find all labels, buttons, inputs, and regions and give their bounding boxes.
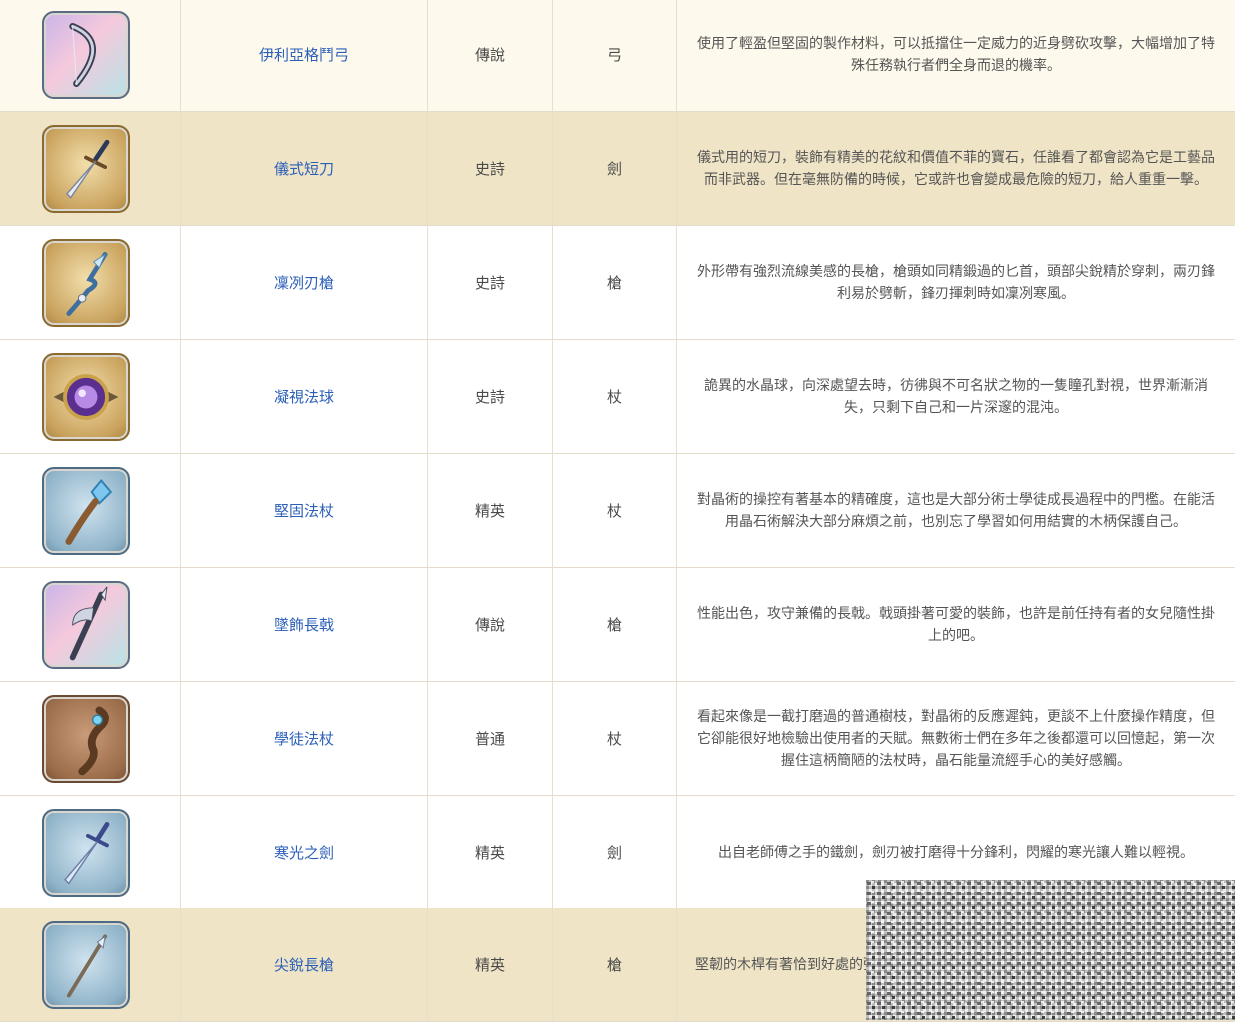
- weapon-name-link[interactable]: 學徒法杖: [274, 728, 334, 749]
- weapon-name-link[interactable]: 凜冽刃槍: [274, 272, 334, 293]
- weapon-name-link[interactable]: 堅固法杖: [274, 500, 334, 521]
- weapon-description: 使用了輕盈但堅固的製作材料，可以抵擋住一定威力的近身劈砍攻擊，大幅增加了特殊任務…: [697, 35, 1215, 74]
- rarity-label: 史詩: [474, 274, 505, 292]
- weapon-name-link[interactable]: 凝視法球: [274, 386, 334, 407]
- weapon-type-label: 杖: [606, 730, 622, 748]
- weapon-description: 看起來像是一截打磨過的普通樹枝，對晶術的反應遲鈍，更談不上什麼操作精度，但它卻能…: [697, 708, 1215, 769]
- weapon-type-label: 杖: [606, 502, 622, 520]
- orb-icon[interactable]: [42, 352, 130, 441]
- table-row: 儀式短刀 史詩 劍 儀式用的短刀，裝飾有精美的花紋和價值不菲的寶石，任誰看了都會…: [0, 112, 1235, 226]
- table-row: 伊利亞格鬥弓 傳說 弓 使用了輕盈但堅固的製作材料，可以抵擋住一定威力的近身劈砍…: [0, 0, 1235, 112]
- spear-icon[interactable]: [42, 238, 130, 327]
- weapon-description: 外形帶有強烈流線美感的長槍，槍頭如同精鍛過的匕首，頭部尖銳精於穿刺，兩刃鋒利易於…: [697, 263, 1215, 302]
- rarity-label: 普通: [474, 730, 505, 748]
- weapon-name-link[interactable]: 寒光之劍: [274, 842, 334, 863]
- weapon-description: 儀式用的短刀，裝飾有精美的花紋和價值不菲的寶石，任誰看了都會認為它是工藝品而非武…: [697, 149, 1215, 188]
- weapon-type-label: 劍: [606, 160, 622, 178]
- rarity-label: 史詩: [474, 160, 505, 178]
- table-row: 堅固法杖 精英 杖 對晶術的操控有著基本的精確度，這也是大部分術士學徒成長過程中…: [0, 454, 1235, 568]
- weapon-type-label: 弓: [606, 46, 622, 64]
- rarity-label: 傳說: [474, 46, 505, 64]
- weapon-type-label: 槍: [606, 616, 622, 634]
- dagger-icon[interactable]: [42, 124, 130, 213]
- rarity-label: 傳說: [474, 616, 505, 634]
- halberd-icon[interactable]: [42, 580, 130, 669]
- table-row: 凝視法球 史詩 杖 詭異的水晶球，向深處望去時，彷彿與不可名狀之物的一隻瞳孔對視…: [0, 340, 1235, 454]
- bow-icon[interactable]: [42, 10, 130, 99]
- weapon-type-label: 杖: [606, 388, 622, 406]
- wooden-staff-icon[interactable]: [42, 694, 130, 783]
- weapon-description: 詭異的水晶球，向深處望去時，彷彿與不可名狀之物的一隻瞳孔對視，世界漸漸消失，只剩…: [704, 377, 1208, 416]
- rarity-label: 精英: [474, 502, 505, 520]
- weapon-type-label: 槍: [606, 956, 622, 974]
- rarity-label: 精英: [474, 956, 505, 974]
- rarity-label: 史詩: [474, 388, 505, 406]
- weapon-description: 性能出色，攻守兼備的長戟。戟頭掛著可愛的裝飾，也許是前任持有者的女兒隨性掛上的吧…: [697, 605, 1215, 644]
- long-spear-icon[interactable]: [42, 920, 130, 1009]
- weapon-type-label: 劍: [606, 844, 622, 862]
- rarity-label: 精英: [474, 844, 505, 862]
- table-row: 凜冽刃槍 史詩 槍 外形帶有強烈流線美感的長槍，槍頭如同精鍛過的匕首，頭部尖銳精…: [0, 226, 1235, 340]
- staff-icon[interactable]: [42, 466, 130, 555]
- weapon-name-link[interactable]: 墜飾長戟: [274, 614, 334, 635]
- weapon-name-link[interactable]: 儀式短刀: [274, 158, 334, 179]
- table-row: 墜飾長戟 傳說 槍 性能出色，攻守兼備的長戟。戟頭掛著可愛的裝飾，也許是前任持有…: [0, 568, 1235, 682]
- weapon-type-label: 槍: [606, 274, 622, 292]
- mosaic-overlay: [866, 880, 1235, 1020]
- weapon-name-link[interactable]: 尖銳長槍: [274, 954, 334, 975]
- sword-icon[interactable]: [42, 808, 130, 897]
- weapon-description: 對晶術的操控有著基本的精確度，這也是大部分術士學徒成長過程中的門檻。在能活用晶石…: [697, 491, 1215, 530]
- weapon-table: 伊利亞格鬥弓 傳說 弓 使用了輕盈但堅固的製作材料，可以抵擋住一定威力的近身劈砍…: [0, 0, 1235, 1022]
- weapon-name-link[interactable]: 伊利亞格鬥弓: [259, 44, 349, 65]
- weapon-description: 出自老師傅之手的鐵劍，劍刃被打磨得十分鋒利，閃耀的寒光讓人難以輕視。: [718, 844, 1194, 861]
- table-row: 學徒法杖 普通 杖 看起來像是一截打磨過的普通樹枝，對晶術的反應遲鈍，更談不上什…: [0, 682, 1235, 796]
